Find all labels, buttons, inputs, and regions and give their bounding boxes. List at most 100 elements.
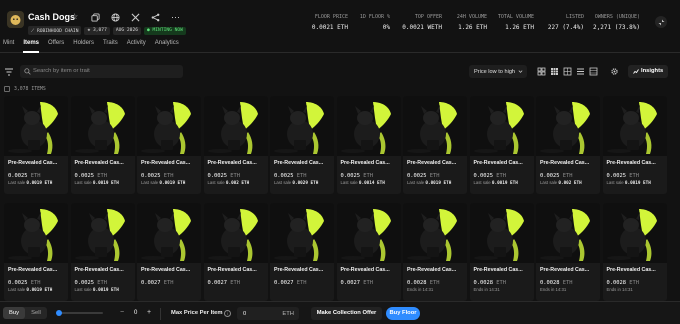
date-badge: AUG 2026 (112, 26, 141, 35)
nft-image (70, 203, 135, 263)
last-sale-value: 0.0019 ETH (159, 181, 186, 186)
nft-last-sale: Last sale 0.0029 ETH (274, 180, 318, 186)
nft-name: Pre-Revealed Cas... (606, 160, 656, 166)
price-amount: 0.0028 (606, 280, 626, 286)
nft-last-sale: Last sale 0.002 ETH (540, 180, 582, 186)
last-sale-label: Last sale (74, 180, 92, 185)
quantity-minus-button[interactable]: − (120, 309, 124, 316)
nft-image (403, 96, 467, 156)
nft-card[interactable]: Pre-Revealed Cas... 0.0025 ETH Last sale 0… (403, 96, 467, 194)
price-amount: 0.0027 (207, 280, 227, 286)
nft-image (536, 96, 600, 156)
price-unit: ETH (629, 280, 639, 286)
max-price-input[interactable]: 0 ETH (237, 307, 299, 320)
nft-name: Pre-Revealed Cas... (606, 267, 656, 273)
nft-last-sale: Ends in 14:31 (607, 287, 633, 293)
nft-card[interactable]: Pre-Revealed Cas... 0.0028 ETH Ends in 14:… (602, 203, 667, 301)
nft-price: 0.0025 ETH (8, 280, 40, 286)
more-icon[interactable]: ⋯ (170, 12, 181, 23)
copy-icon[interactable] (90, 12, 101, 23)
list-view-icon[interactable] (576, 67, 585, 76)
nft-card[interactable]: Pre-Revealed Cas... 0.0025 ETH Last sale 0… (536, 96, 600, 194)
last-sale-value: 0.0019 ETH (425, 181, 452, 186)
gear-icon[interactable] (610, 67, 619, 76)
price-amount: 0.0025 (8, 173, 28, 179)
info-icon[interactable]: i (224, 309, 231, 317)
nft-card[interactable]: Pre-Revealed Cas... 0.0025 ETH Last sale 0… (137, 96, 201, 194)
nft-name: Pre-Revealed Cas... (274, 160, 324, 166)
nft-card[interactable]: Pre-Revealed Cas... 0.0025 ETH Last sale 0… (70, 96, 135, 194)
favorite-star-icon[interactable]: ☆ (71, 12, 78, 21)
price-amount: 0.0027 (340, 280, 360, 286)
nft-card[interactable]: Pre-Revealed Cas... 0.0025 ETH Last sale 0… (4, 96, 68, 194)
grid-medium-icon[interactable] (550, 67, 559, 76)
nft-card[interactable]: Pre-Revealed Cas... 0.0025 ETH Last sale 0… (270, 96, 334, 194)
minting-badge: ● MINTING NOW (143, 26, 186, 35)
nft-card[interactable]: Pre-Revealed Cas... 0.0028 ETH Ends in 14:… (469, 203, 534, 301)
nft-price: 0.0027 ETH (141, 280, 173, 286)
bar-divider (160, 308, 161, 320)
nft-image (602, 203, 667, 263)
grid-small-icon[interactable] (563, 67, 572, 76)
make-collection-offer-button[interactable]: Make Collection Offer (311, 307, 382, 320)
select-all-checkbox[interactable] (4, 86, 10, 92)
buy-tab[interactable]: Buy (3, 307, 25, 319)
nft-last-sale: Last sale 0.0019 ETH (8, 287, 52, 293)
quantity-plus-button[interactable]: + (147, 309, 151, 316)
buy-floor-button[interactable]: Buy Floor (386, 307, 420, 320)
nft-name: Pre-Revealed Cas... (407, 267, 457, 273)
nft-card[interactable]: Pre-Revealed Cas... 0.0027 ETH (270, 203, 334, 301)
nft-card[interactable]: Pre-Revealed Cas... 0.0025 ETH Last sale 0… (336, 96, 401, 194)
nft-card[interactable]: Pre-Revealed Cas... 0.0027 ETH (137, 203, 201, 301)
nft-price: 0.0028 ETH (540, 280, 572, 286)
nft-price: 0.0025 ETH (407, 173, 439, 179)
collapse-icon (658, 19, 664, 25)
last-sale-label: Last sale (340, 180, 358, 185)
nft-name: Pre-Revealed Cas... (407, 160, 457, 166)
nft-image (270, 96, 334, 156)
table-view-icon[interactable] (589, 67, 598, 76)
price-unit: ETH (97, 280, 107, 286)
nft-card[interactable]: Pre-Revealed Cas... 0.0025 ETH Last sale 0… (469, 96, 534, 194)
share-icon[interactable] (150, 12, 161, 23)
slider-handle[interactable] (56, 310, 62, 316)
nft-price: 0.0025 ETH (540, 173, 572, 179)
nft-image (137, 203, 201, 263)
price-unit: ETH (30, 173, 41, 179)
sell-tab[interactable]: Sell (25, 307, 47, 319)
nft-card[interactable]: Pre-Revealed Cas... 0.0027 ETH (336, 203, 401, 301)
nft-card[interactable]: Pre-Revealed Cas... 0.0025 ETH Last sale 0… (602, 96, 667, 194)
insights-button[interactable]: Insights (628, 65, 668, 78)
nft-image (469, 203, 534, 263)
nft-card[interactable]: Pre-Revealed Cas... 0.0025 ETH Last sale 0… (4, 203, 68, 301)
sweep-slider[interactable] (58, 312, 103, 314)
last-sale-label: Last sale (8, 287, 26, 292)
globe-icon[interactable] (110, 12, 121, 23)
price-unit: ETH (230, 280, 240, 286)
last-sale-value: 0.002 ETH (558, 181, 582, 186)
nft-last-sale: Ends in 14:31 (474, 287, 500, 293)
x-icon[interactable] (130, 12, 141, 23)
filter-icon[interactable] (4, 67, 14, 77)
sort-dropdown[interactable]: Price low to high (469, 65, 527, 78)
collection-tags: ⟋ ROBINHOOD CHAIN ◈ 3,077 AUG 2026 ● MIN… (28, 26, 186, 35)
grid-large-icon[interactable] (537, 67, 546, 76)
last-sale-label: Last sale (8, 180, 26, 185)
nft-name: Pre-Revealed Cas... (207, 160, 257, 166)
last-sale-label: Last sale (141, 180, 159, 185)
nft-card[interactable]: Pre-Revealed Cas... 0.0028 ETH Ends in 14:… (403, 203, 467, 301)
price-unit: ETH (97, 173, 107, 179)
nft-card[interactable]: Pre-Revealed Cas... 0.0025 ETH Last sale 0… (203, 96, 268, 194)
nft-price: 0.0025 ETH (75, 173, 107, 179)
collapse-header-button[interactable] (655, 16, 667, 28)
price-unit: ETH (496, 173, 506, 179)
nft-card[interactable]: Pre-Revealed Cas... 0.0027 ETH (203, 203, 268, 301)
view-toggle-group (537, 67, 598, 76)
price-unit: ETH (30, 280, 41, 286)
nft-card[interactable]: Pre-Revealed Cas... 0.0025 ETH Last sale 0… (70, 203, 135, 301)
search-input[interactable]: Search by item or trait (20, 65, 183, 78)
last-sale-value: 0.0019 ETH (624, 181, 651, 186)
nft-last-sale: Last sale 0.0019 ETH (8, 180, 52, 186)
quantity-value[interactable]: 0 (134, 310, 137, 316)
nft-card[interactable]: Pre-Revealed Cas... 0.0028 ETH Ends in 14:… (536, 203, 600, 301)
